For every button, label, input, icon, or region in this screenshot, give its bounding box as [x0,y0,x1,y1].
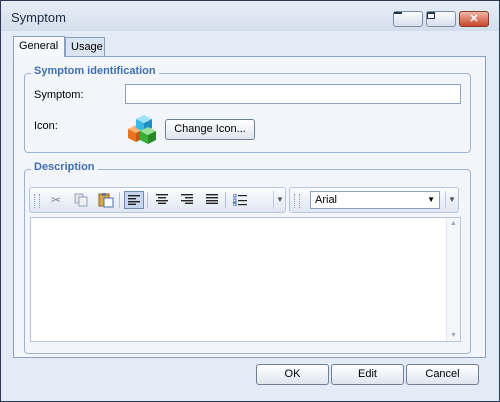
tab-general[interactable]: General [13,36,65,57]
font-select-value: Arial [315,194,338,206]
edit-button[interactable]: Edit [331,364,404,385]
scroll-up-icon[interactable]: ▲ [447,220,460,227]
toolbar-overflow-icon[interactable]: ▼ [273,191,286,209]
description-legend: Description [31,161,98,173]
copy-icon[interactable] [71,191,91,209]
tab-usage[interactable]: Usage [65,37,105,56]
cancel-button[interactable]: Cancel [406,364,479,385]
scroll-down-icon[interactable]: ▼ [447,332,460,339]
title-bar[interactable]: Symptom ✕ [1,1,499,31]
minimize-button[interactable] [393,11,423,27]
align-left-icon[interactable] [124,191,144,209]
toolbar-grip[interactable] [34,194,40,208]
ok-button[interactable]: OK [256,364,329,385]
bullet-list-icon[interactable] [230,191,250,209]
minimize-icon [394,12,402,14]
toolbar-separator [119,192,120,208]
align-center-icon[interactable] [152,191,172,209]
maximize-icon [427,12,435,19]
window-title: Symptom [11,10,66,25]
scissors-icon[interactable]: ✂ [46,191,66,209]
close-icon: ✕ [469,13,479,25]
change-icon-button[interactable]: Change Icon... [165,119,255,140]
font-select[interactable]: Arial ▼ [310,191,440,209]
justify-icon[interactable] [202,191,222,209]
close-button[interactable]: ✕ [459,11,489,27]
chevron-down-icon: ▼ [427,195,435,204]
font-toolbar: Arial ▼ ▼ [289,187,459,213]
symptom-label: Symptom: [34,89,84,101]
cubes-icon [128,115,156,144]
toolbar-grip[interactable] [294,194,300,208]
symptom-identification-legend: Symptom identification [31,65,159,77]
general-tab-panel: Symptom identification Symptom: Icon: Ch… [13,56,486,358]
symptom-input[interactable] [125,84,461,104]
align-right-icon[interactable] [177,191,197,209]
icon-label: Icon: [34,120,58,132]
symptom-window: Symptom ✕ General Usage Symptom identifi… [0,0,500,402]
toolbar-separator [225,192,226,208]
paste-icon[interactable] [96,191,116,209]
maximize-button[interactable] [426,11,456,27]
toolbar-separator [147,192,148,208]
editor-scrollbar[interactable]: ▲ ▼ [446,218,460,341]
format-toolbar: ✂ ▼ [29,187,286,213]
symptom-identification-group: Symptom identification Symptom: Icon: Ch… [24,65,471,153]
description-editor[interactable]: ▲ ▼ [30,217,461,342]
description-group: Description ✂ ▼ Arial ▼ ▼ ▲ ▼ [24,161,471,354]
toolbar-overflow-icon[interactable]: ▼ [445,191,458,209]
